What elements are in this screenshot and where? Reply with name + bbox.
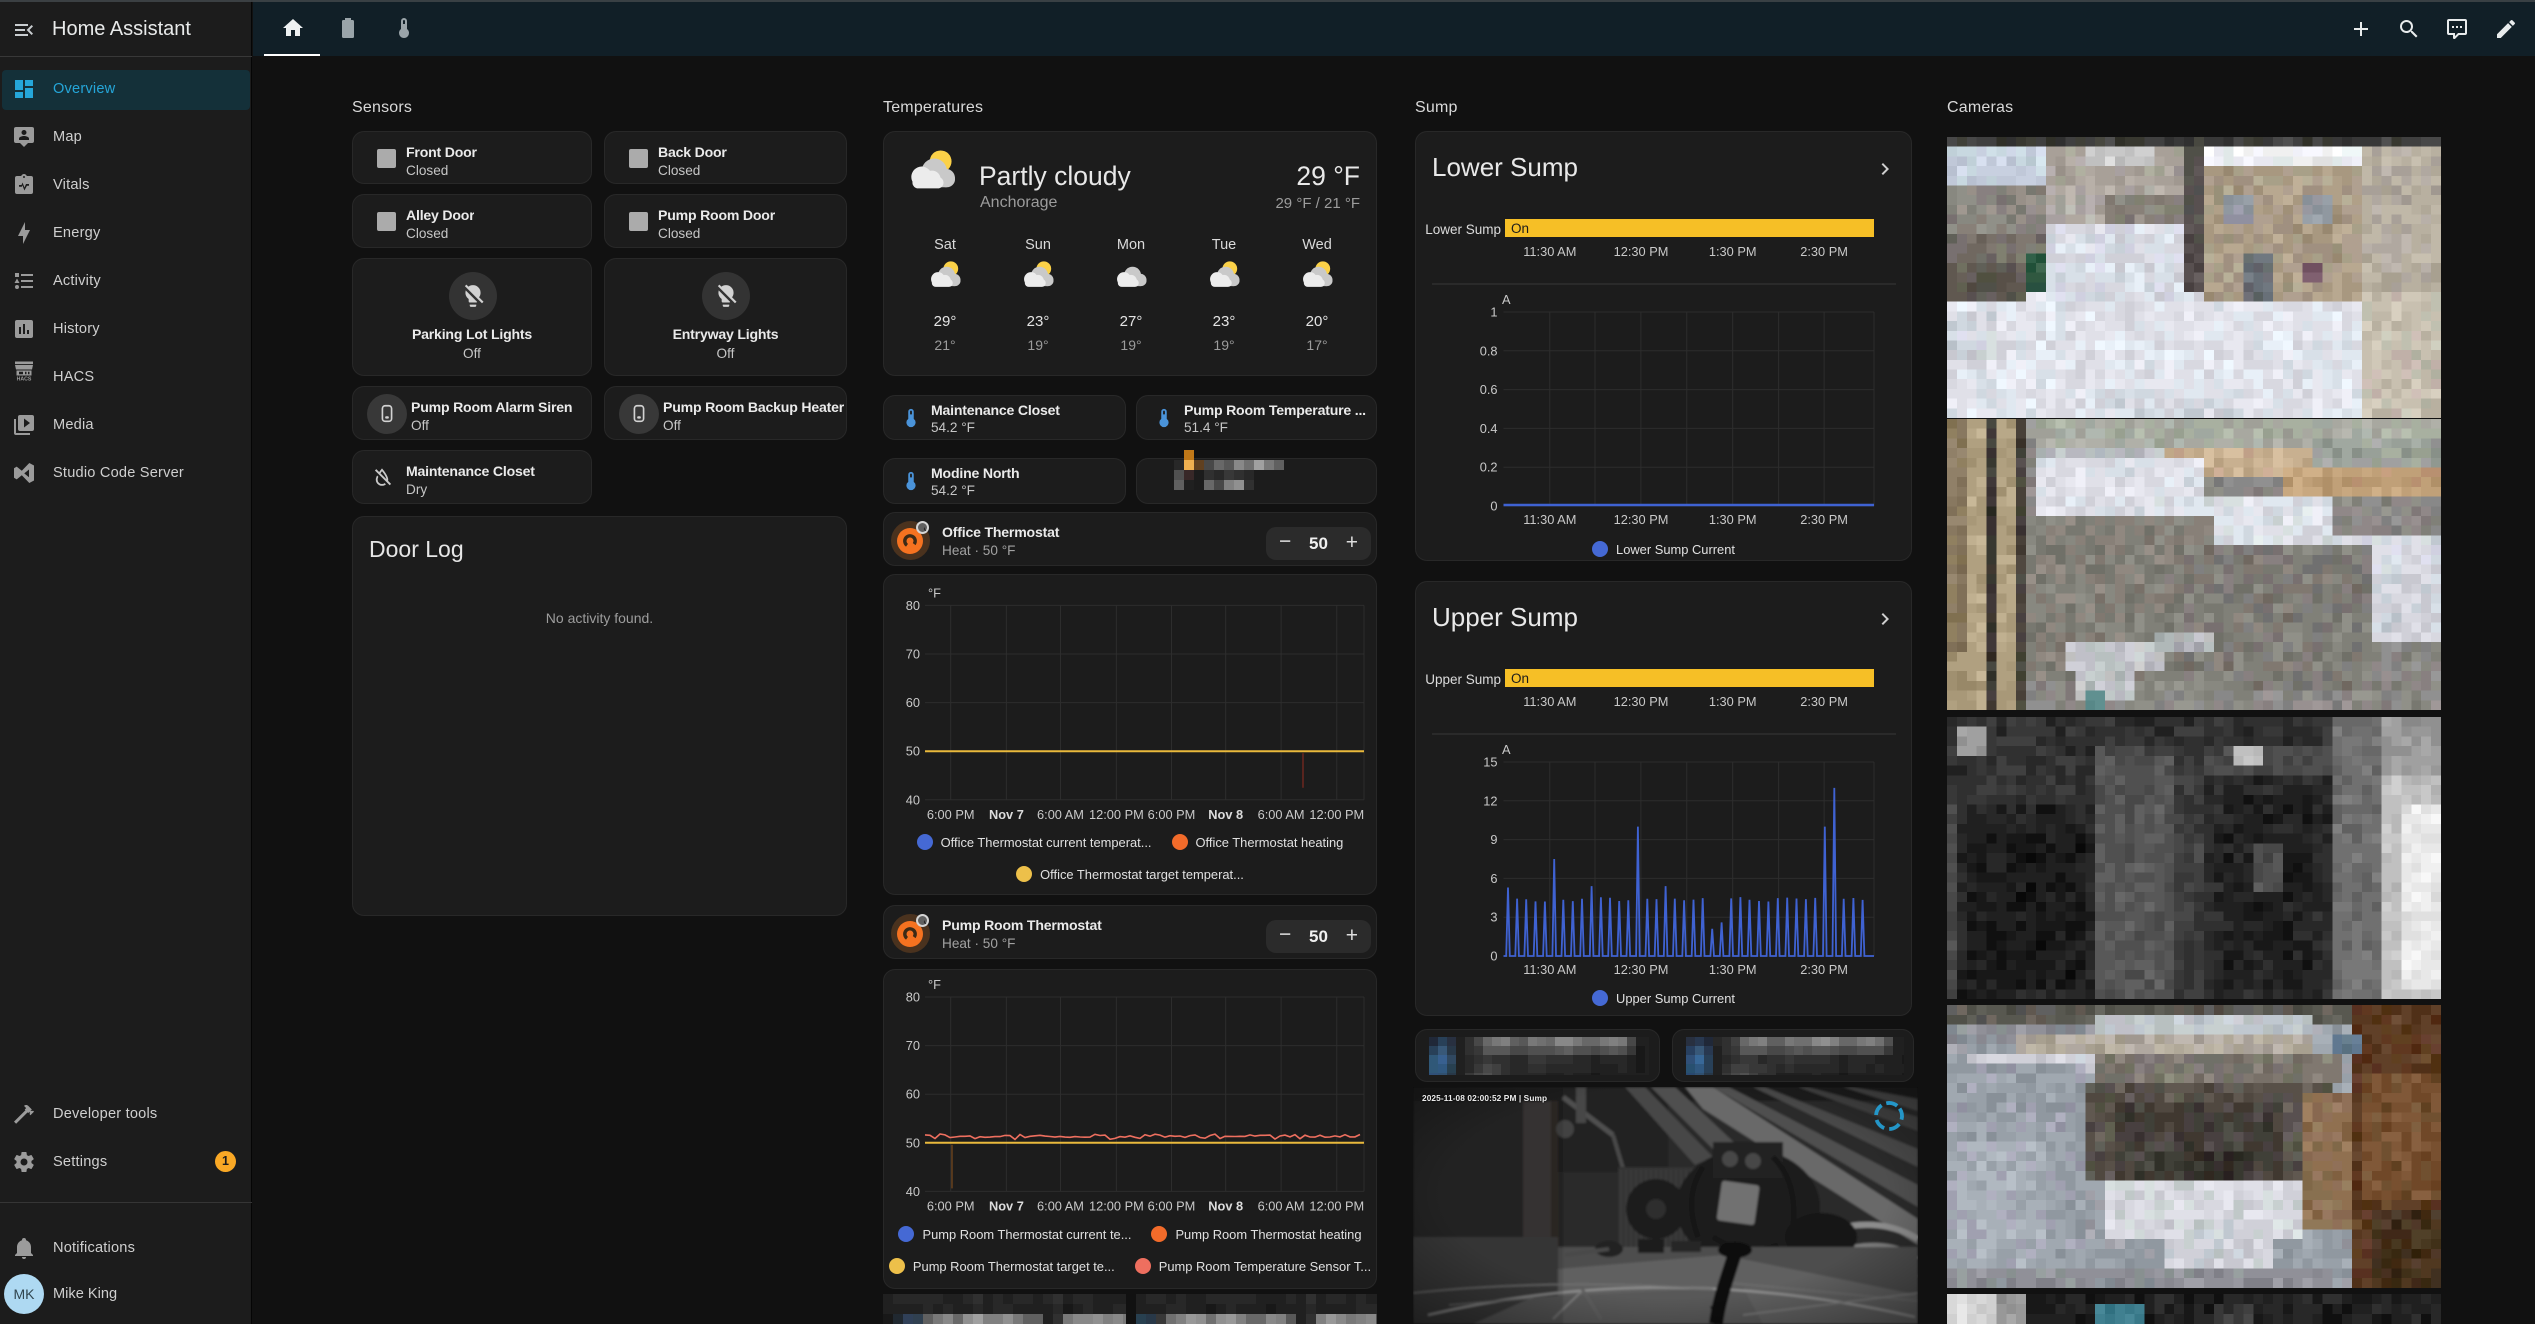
svg-text:°F: °F bbox=[928, 585, 941, 600]
svg-text:12:00 PM: 12:00 PM bbox=[1089, 1198, 1144, 1213]
svg-text:12:30 PM: 12:30 PM bbox=[1614, 962, 1669, 977]
svg-text:6:00 PM: 6:00 PM bbox=[927, 807, 975, 822]
svg-text:2:30 PM: 2:30 PM bbox=[1800, 244, 1848, 259]
svg-text:12:00 PM: 12:00 PM bbox=[1089, 807, 1144, 822]
svg-text:70: 70 bbox=[906, 1038, 920, 1053]
svg-text:12:30 PM: 12:30 PM bbox=[1614, 244, 1669, 259]
svg-text:6:00 AM: 6:00 AM bbox=[1258, 1198, 1305, 1213]
svg-text:60: 60 bbox=[906, 1087, 920, 1102]
svg-text:6:00 PM: 6:00 PM bbox=[1148, 807, 1196, 822]
svg-text:HACS: HACS bbox=[17, 377, 32, 382]
svg-text:80: 80 bbox=[906, 598, 920, 613]
svg-text:0.8: 0.8 bbox=[1480, 343, 1498, 358]
svg-text:12:00 PM: 12:00 PM bbox=[1309, 807, 1364, 822]
svg-text:0.6: 0.6 bbox=[1480, 382, 1498, 397]
svg-text:70: 70 bbox=[906, 647, 920, 662]
svg-text:6:00 PM: 6:00 PM bbox=[1148, 1198, 1196, 1213]
svg-text:12: 12 bbox=[1483, 793, 1497, 808]
svg-text:3: 3 bbox=[1490, 910, 1497, 925]
svg-text:80: 80 bbox=[906, 990, 920, 1005]
svg-text:6:00 AM: 6:00 AM bbox=[1037, 807, 1084, 822]
svg-text:1:30 PM: 1:30 PM bbox=[1709, 512, 1757, 527]
svg-text:6:00 PM: 6:00 PM bbox=[927, 1198, 975, 1213]
svg-text:1:30 PM: 1:30 PM bbox=[1709, 962, 1757, 977]
svg-text:50: 50 bbox=[906, 744, 920, 759]
svg-text:6: 6 bbox=[1490, 871, 1497, 886]
svg-text:Nov 8: Nov 8 bbox=[1208, 1198, 1243, 1213]
svg-text:Nov 7: Nov 7 bbox=[989, 1198, 1024, 1213]
svg-text:40: 40 bbox=[906, 1184, 920, 1199]
svg-text:12:30 PM: 12:30 PM bbox=[1614, 512, 1669, 527]
svg-text:A: A bbox=[1502, 292, 1511, 307]
svg-text:6:00 AM: 6:00 AM bbox=[1258, 807, 1305, 822]
svg-text:11:30 AM: 11:30 AM bbox=[1523, 694, 1576, 709]
svg-text:2:30 PM: 2:30 PM bbox=[1800, 962, 1848, 977]
svg-text:0: 0 bbox=[1490, 499, 1497, 514]
svg-text:A: A bbox=[1502, 742, 1511, 757]
svg-text:6:00 AM: 6:00 AM bbox=[1037, 1198, 1084, 1213]
svg-text:12:00 PM: 12:00 PM bbox=[1309, 1198, 1364, 1213]
svg-text:0: 0 bbox=[1490, 949, 1497, 964]
svg-text:2:30 PM: 2:30 PM bbox=[1800, 694, 1848, 709]
svg-text:11:30 AM: 11:30 AM bbox=[1523, 962, 1576, 977]
svg-text:1:30 PM: 1:30 PM bbox=[1709, 694, 1757, 709]
svg-text:15: 15 bbox=[1483, 755, 1497, 770]
svg-text:11:30 AM: 11:30 AM bbox=[1523, 244, 1576, 259]
svg-text:0.4: 0.4 bbox=[1480, 421, 1498, 436]
svg-text:11:30 AM: 11:30 AM bbox=[1523, 512, 1576, 527]
svg-text:60: 60 bbox=[906, 695, 920, 710]
svg-text:9: 9 bbox=[1490, 832, 1497, 847]
svg-text:12:30 PM: 12:30 PM bbox=[1614, 694, 1669, 709]
svg-text:40: 40 bbox=[906, 792, 920, 807]
svg-text:0.2: 0.2 bbox=[1480, 460, 1498, 475]
svg-text:1: 1 bbox=[1490, 305, 1497, 320]
svg-text:Nov 7: Nov 7 bbox=[989, 807, 1024, 822]
svg-text:1:30 PM: 1:30 PM bbox=[1709, 244, 1757, 259]
svg-text:Nov 8: Nov 8 bbox=[1208, 807, 1243, 822]
svg-text:°F: °F bbox=[928, 977, 941, 992]
svg-text:2:30 PM: 2:30 PM bbox=[1800, 512, 1848, 527]
svg-text:50: 50 bbox=[906, 1135, 920, 1150]
